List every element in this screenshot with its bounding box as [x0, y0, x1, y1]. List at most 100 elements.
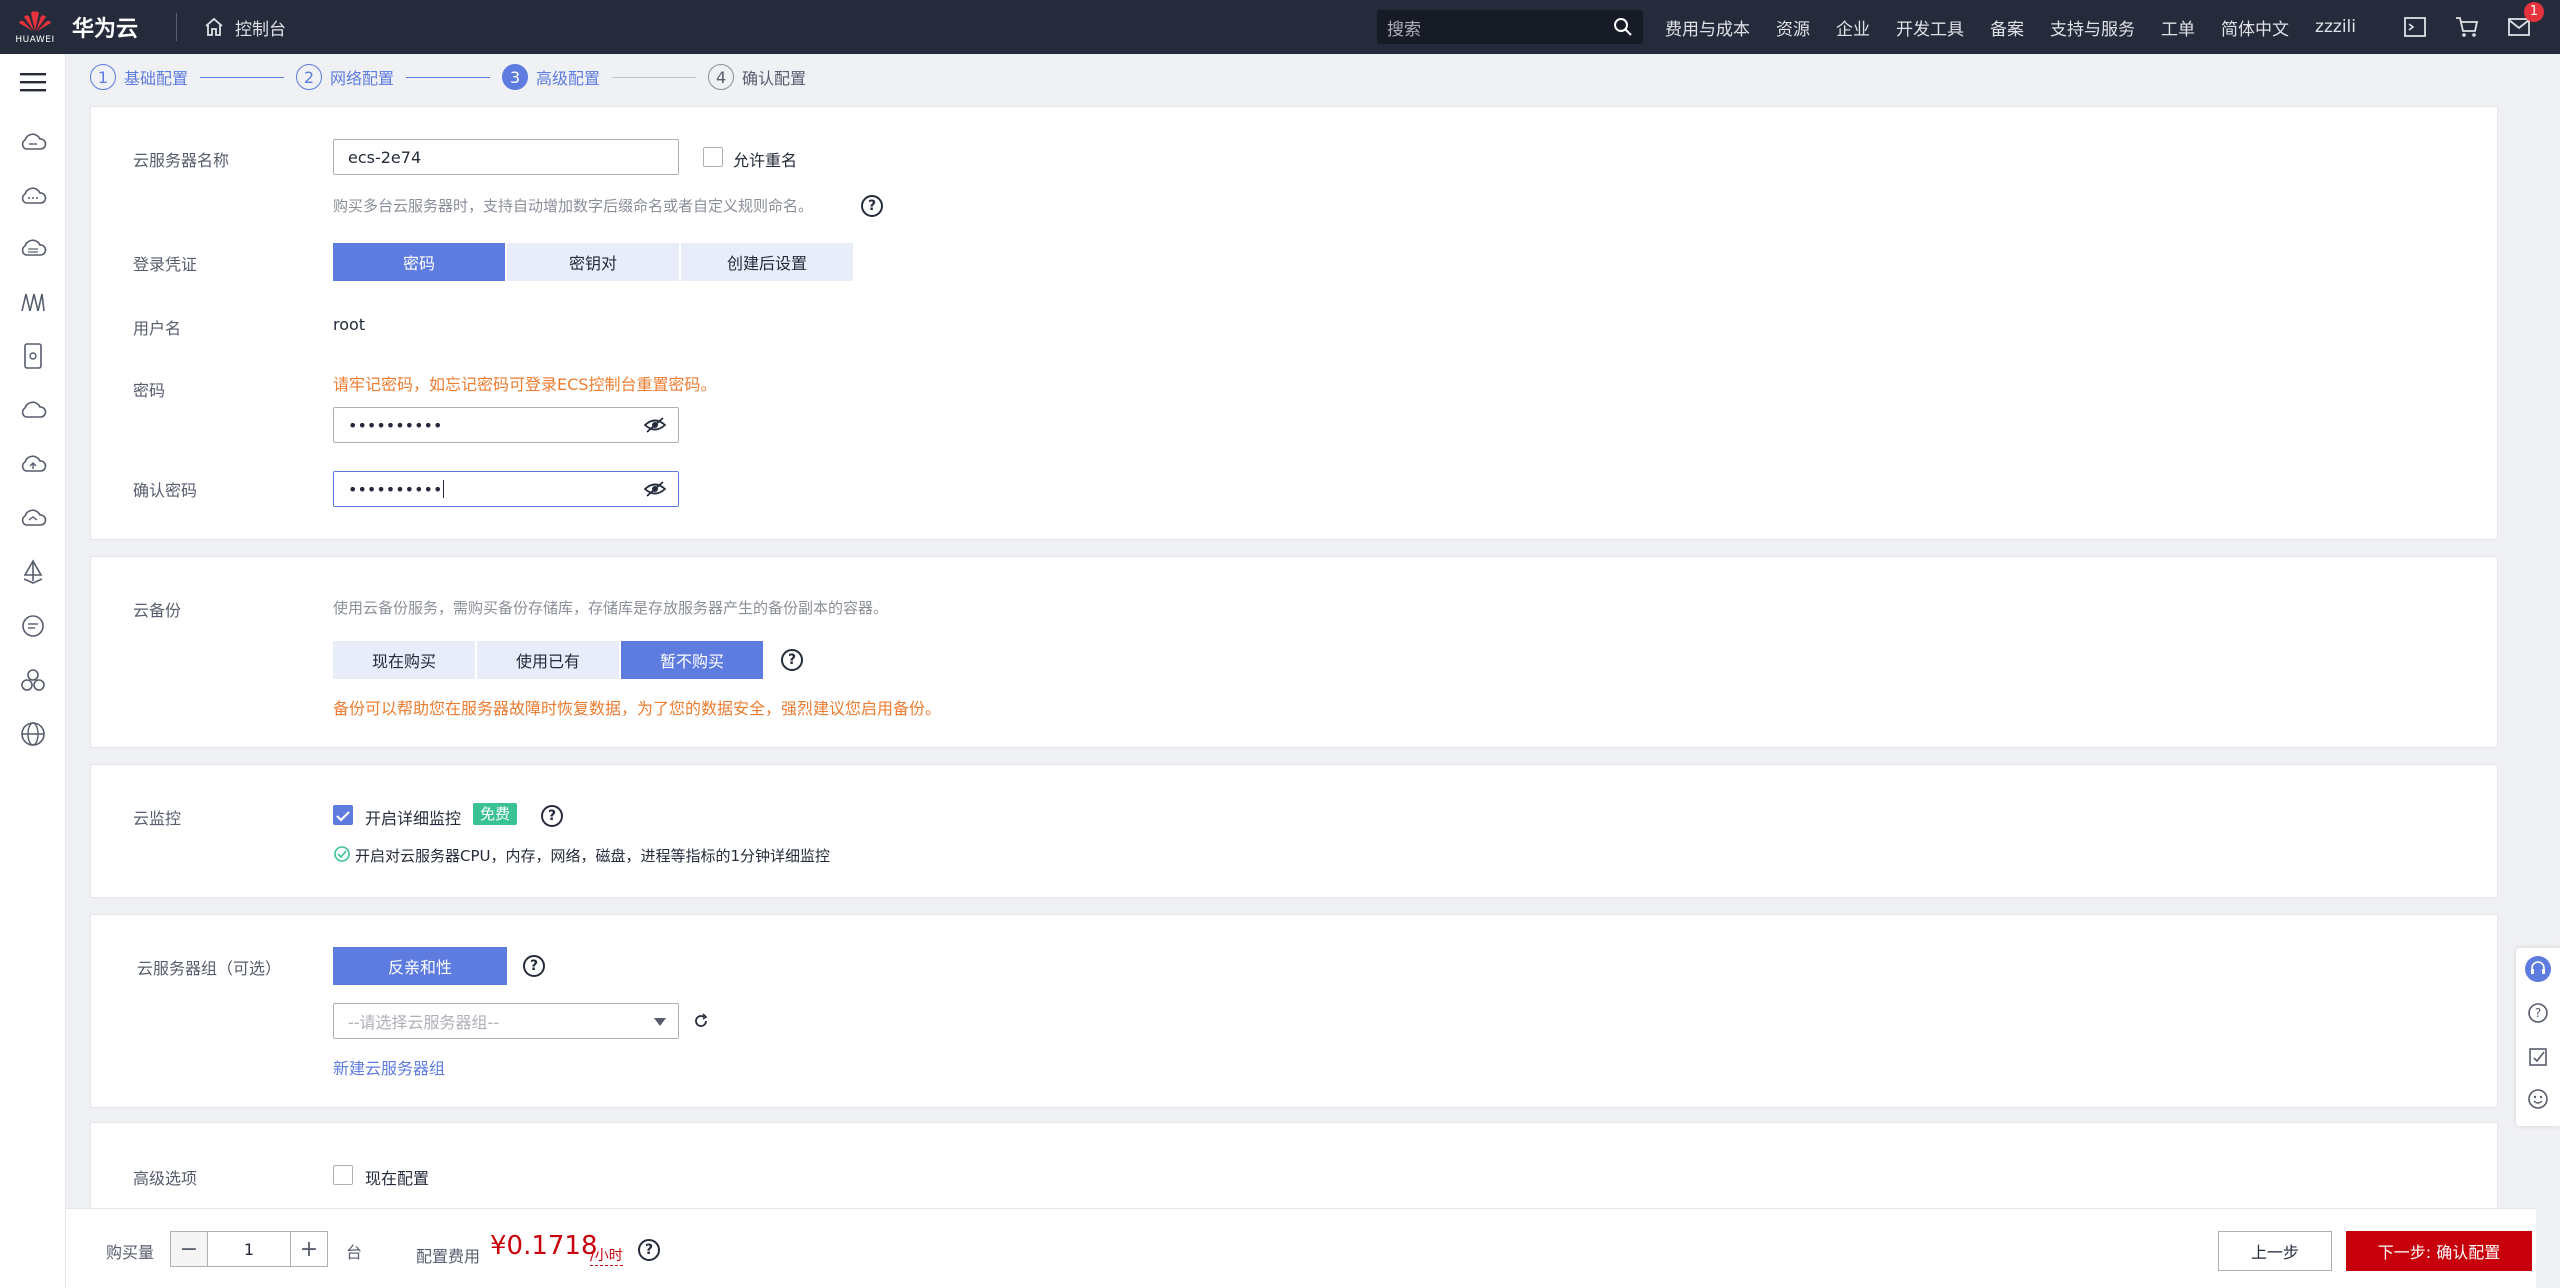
- server-name-value: ecs-2e74: [348, 147, 422, 167]
- password-value: ••••••••••: [348, 415, 443, 435]
- help-icon[interactable]: ?: [638, 1239, 660, 1261]
- mail-badge: 1: [2524, 2, 2544, 22]
- cloud-icon[interactable]: [19, 128, 47, 156]
- nav-dev-tools[interactable]: 开发工具: [1896, 15, 1964, 40]
- chevron-down-icon: [654, 1018, 666, 1026]
- cloud-storage-icon[interactable]: [19, 234, 47, 262]
- nav-language[interactable]: 简体中文: [2221, 15, 2289, 40]
- backup-warning: 备份可以帮助您在服务器故障时恢复数据，为了您的数据安全，强烈建议您启用备份。: [333, 699, 942, 718]
- username-label: 用户名: [133, 319, 182, 338]
- unit-label: 台: [346, 1243, 363, 1262]
- search-icon[interactable]: [1613, 17, 1633, 37]
- nav-support[interactable]: 支持与服务: [2050, 15, 2135, 40]
- next-confirm-button[interactable]: 下一步: 确认配置: [2346, 1231, 2532, 1271]
- cloud-server-icon[interactable]: [19, 182, 47, 210]
- server-group-label: 云服务器组（可选）: [137, 959, 282, 978]
- cloud-outline-icon[interactable]: [19, 396, 47, 424]
- quantity-input[interactable]: 1: [207, 1232, 291, 1266]
- allow-duplicate-label: 允许重名: [733, 151, 798, 170]
- cart-icon[interactable]: [2454, 14, 2480, 40]
- detailed-monitor-checkbox[interactable]: [333, 805, 353, 825]
- globe-icon[interactable]: [19, 720, 47, 748]
- eye-off-icon[interactable]: [644, 480, 666, 498]
- chat-icon[interactable]: [19, 612, 47, 640]
- nav-user[interactable]: zzzili: [2315, 17, 2356, 37]
- smile-icon[interactable]: [2525, 1086, 2551, 1112]
- nav-filing[interactable]: 备案: [1990, 15, 2024, 40]
- purchase-footer: 购买量 − 1 + 台 配置费用 ¥0.1718 /小时 ? 上一步 下一步: …: [66, 1208, 2536, 1288]
- check-icon: [336, 811, 350, 822]
- step-basic[interactable]: 1 基础配置: [90, 64, 188, 90]
- step-number: 4: [708, 64, 735, 90]
- credential-option-keypair[interactable]: 密钥对: [507, 243, 679, 281]
- step-connector: [406, 76, 491, 78]
- search-input[interactable]: 搜索: [1377, 10, 1644, 44]
- decrement-button[interactable]: −: [171, 1232, 207, 1266]
- text-cursor: [443, 480, 445, 498]
- nav-resources[interactable]: 资源: [1776, 15, 1810, 40]
- help-icon[interactable]: ?: [861, 195, 883, 217]
- anti-affinity-button[interactable]: 反亲和性: [333, 947, 507, 985]
- anchor-icon[interactable]: [19, 558, 47, 586]
- backup-desc: 使用云备份服务，需购买备份存储库，存储库是存放服务器产生的备份副本的容器。: [333, 599, 889, 617]
- step-network[interactable]: 2 网络配置: [296, 64, 394, 90]
- price-unit: /小时: [590, 1245, 623, 1266]
- server-name-input[interactable]: ecs-2e74: [333, 139, 679, 175]
- advanced-options-card: 高级选项 现在配置: [90, 1122, 2498, 1212]
- step-advanced[interactable]: 3 高级配置: [502, 64, 600, 90]
- brand-name[interactable]: 华为云: [72, 11, 138, 43]
- previous-button[interactable]: 上一步: [2218, 1231, 2332, 1271]
- wizard-steps: 1 基础配置 2 网络配置 3 高级配置 4 确认配置: [90, 62, 806, 92]
- home-icon: [205, 17, 223, 36]
- customer-service-icon[interactable]: [2525, 956, 2551, 982]
- configure-now-checkbox[interactable]: [333, 1165, 353, 1185]
- backup-selector: 现在购买 使用已有 暂不购买: [333, 641, 765, 679]
- feedback-icon[interactable]: [2525, 1044, 2551, 1070]
- nav-billing[interactable]: 费用与成本: [1665, 15, 1750, 40]
- eye-off-icon[interactable]: [644, 416, 666, 434]
- help-icon[interactable]: ?: [781, 649, 803, 671]
- backup-option-existing[interactable]: 使用已有: [477, 641, 619, 679]
- confirm-password-input[interactable]: ••••••••••: [333, 471, 679, 507]
- network-icon[interactable]: [19, 288, 47, 316]
- huawei-logo[interactable]: HUAWEI: [0, 0, 70, 54]
- step-number: 1: [90, 64, 116, 90]
- svg-text:?: ?: [2535, 1006, 2541, 1020]
- server-group-select[interactable]: --请选择云服务器组--: [333, 1003, 679, 1039]
- console-link[interactable]: 控制台: [203, 15, 286, 40]
- step-connector: [612, 76, 697, 78]
- new-server-group-link[interactable]: 新建云服务器组: [333, 1055, 445, 1079]
- server-group-placeholder: --请选择云服务器组--: [348, 1013, 500, 1032]
- nav-tickets[interactable]: 工单: [2161, 15, 2195, 40]
- help-icon[interactable]: ?: [541, 805, 563, 827]
- allow-duplicate-checkbox[interactable]: [703, 147, 723, 167]
- help-circle-icon[interactable]: ?: [2525, 1000, 2551, 1026]
- mail-icon[interactable]: 1: [2506, 2, 2544, 40]
- refresh-icon[interactable]: [693, 1013, 709, 1029]
- step-confirm[interactable]: 4 确认配置: [708, 64, 806, 90]
- cluster-icon[interactable]: [19, 666, 47, 694]
- backup-card: 云备份 使用云备份服务，需购买备份存储库，存储库是存放服务器产生的备份副本的容器…: [90, 556, 2498, 748]
- step-label: 确认配置: [742, 69, 807, 88]
- confirm-password-label: 确认密码: [133, 481, 198, 500]
- credential-option-later[interactable]: 创建后设置: [681, 243, 853, 281]
- increment-button[interactable]: +: [291, 1232, 327, 1266]
- name-hint: 购买多台云服务器时，支持自动增加数字后缀命名或者自定义规则命名。: [333, 197, 814, 215]
- password-input[interactable]: ••••••••••: [333, 407, 679, 443]
- help-icon[interactable]: ?: [523, 955, 545, 977]
- check-circle-icon: [334, 846, 350, 862]
- search-placeholder: 搜索: [1387, 19, 1422, 40]
- backup-option-buy[interactable]: 现在购买: [333, 641, 475, 679]
- cloud-sync-icon[interactable]: [19, 504, 47, 532]
- device-icon[interactable]: [19, 342, 47, 370]
- terminal-icon[interactable]: [2402, 14, 2428, 40]
- server-name-label: 云服务器名称: [133, 151, 230, 170]
- menu-icon[interactable]: [19, 68, 47, 96]
- advanced-label: 高级选项: [133, 1169, 198, 1188]
- cloud-upload-icon[interactable]: [19, 450, 47, 478]
- backup-option-skip[interactable]: 暂不购买: [621, 641, 763, 679]
- credential-option-password[interactable]: 密码: [333, 243, 505, 281]
- nav-enterprise[interactable]: 企业: [1836, 15, 1870, 40]
- free-badge: 免费: [473, 803, 518, 825]
- step-number: 3: [502, 64, 529, 90]
